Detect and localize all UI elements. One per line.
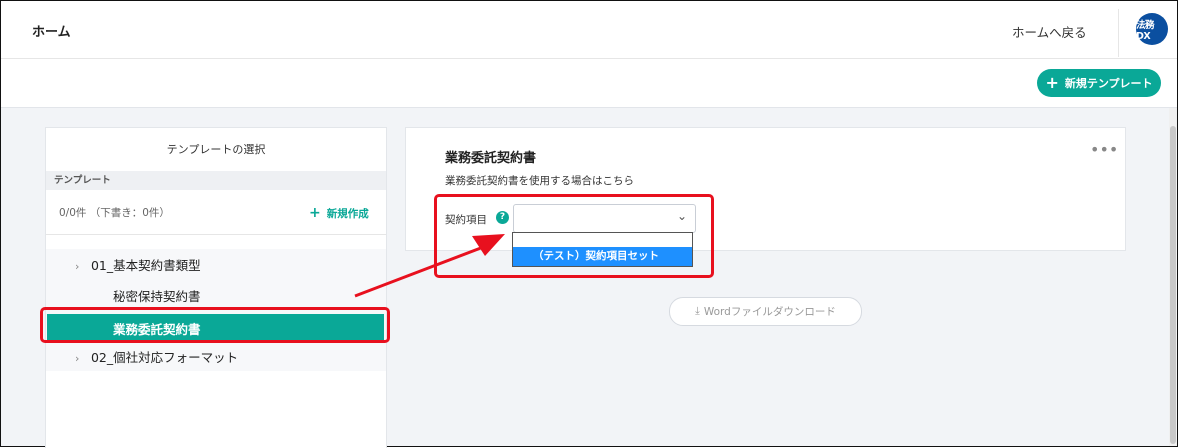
action-bar [1, 59, 1177, 108]
create-new-link[interactable]: + 新規作成 [309, 205, 369, 221]
top-header: ホーム ホームへ戻る [1, 1, 1177, 59]
tree-folder-label: 01_基本契約書類型 [90, 258, 201, 273]
word-download-label: Wordファイルダウンロード [703, 306, 836, 318]
plus-icon: + [309, 205, 321, 221]
card-title: 業務委託契約書 [445, 151, 537, 166]
tree-item-nda[interactable]: 秘密保持契約書 [113, 286, 201, 305]
panel-divider [46, 234, 386, 235]
tree-folder-custom[interactable]: › 02_個社対応フォーマット [75, 347, 238, 366]
back-home-link[interactable]: ホームへ戻る [1012, 22, 1087, 41]
annotation-box-contract-field [434, 194, 714, 278]
panel-title: テンプレートの選択 [166, 143, 266, 156]
tree-folder-label: 02_個社対応フォーマット [90, 350, 239, 365]
card-description: 業務委託契約書を使用する場合はこちら [445, 175, 634, 187]
chevron-right-icon: › [75, 260, 80, 273]
create-new-label: 新規作成 [326, 208, 369, 220]
plus-icon: + [1045, 73, 1059, 92]
header-divider [1118, 9, 1119, 57]
section-header: テンプレート [46, 171, 386, 190]
tree-item-label: 秘密保持契約書 [113, 289, 201, 304]
annotation-box-selected-template [40, 307, 390, 343]
page-title: ホーム [32, 25, 71, 40]
tree-folder-basic[interactable]: › 01_基本契約書類型 [75, 255, 201, 274]
new-template-button[interactable]: + 新規テンプレート [1037, 69, 1161, 97]
logo-avatar[interactable]: 法務DX [1136, 13, 1168, 45]
more-dots-icon[interactable]: ••• [1090, 140, 1118, 159]
template-count: 0/0件 （下書き：0件） [59, 207, 170, 219]
new-template-label: 新規テンプレート [1064, 77, 1153, 90]
download-icon: ⤓ [695, 305, 700, 317]
chevron-right-icon: › [75, 352, 80, 365]
template-select-panel: テンプレートの選択 テンプレート 0/0件 （下書き：0件） + 新規作成 › 0… [45, 127, 387, 448]
word-download-button[interactable]: ⤓ Wordファイルダウンロード [669, 297, 862, 326]
scrollbar-thumb[interactable] [1170, 126, 1176, 444]
